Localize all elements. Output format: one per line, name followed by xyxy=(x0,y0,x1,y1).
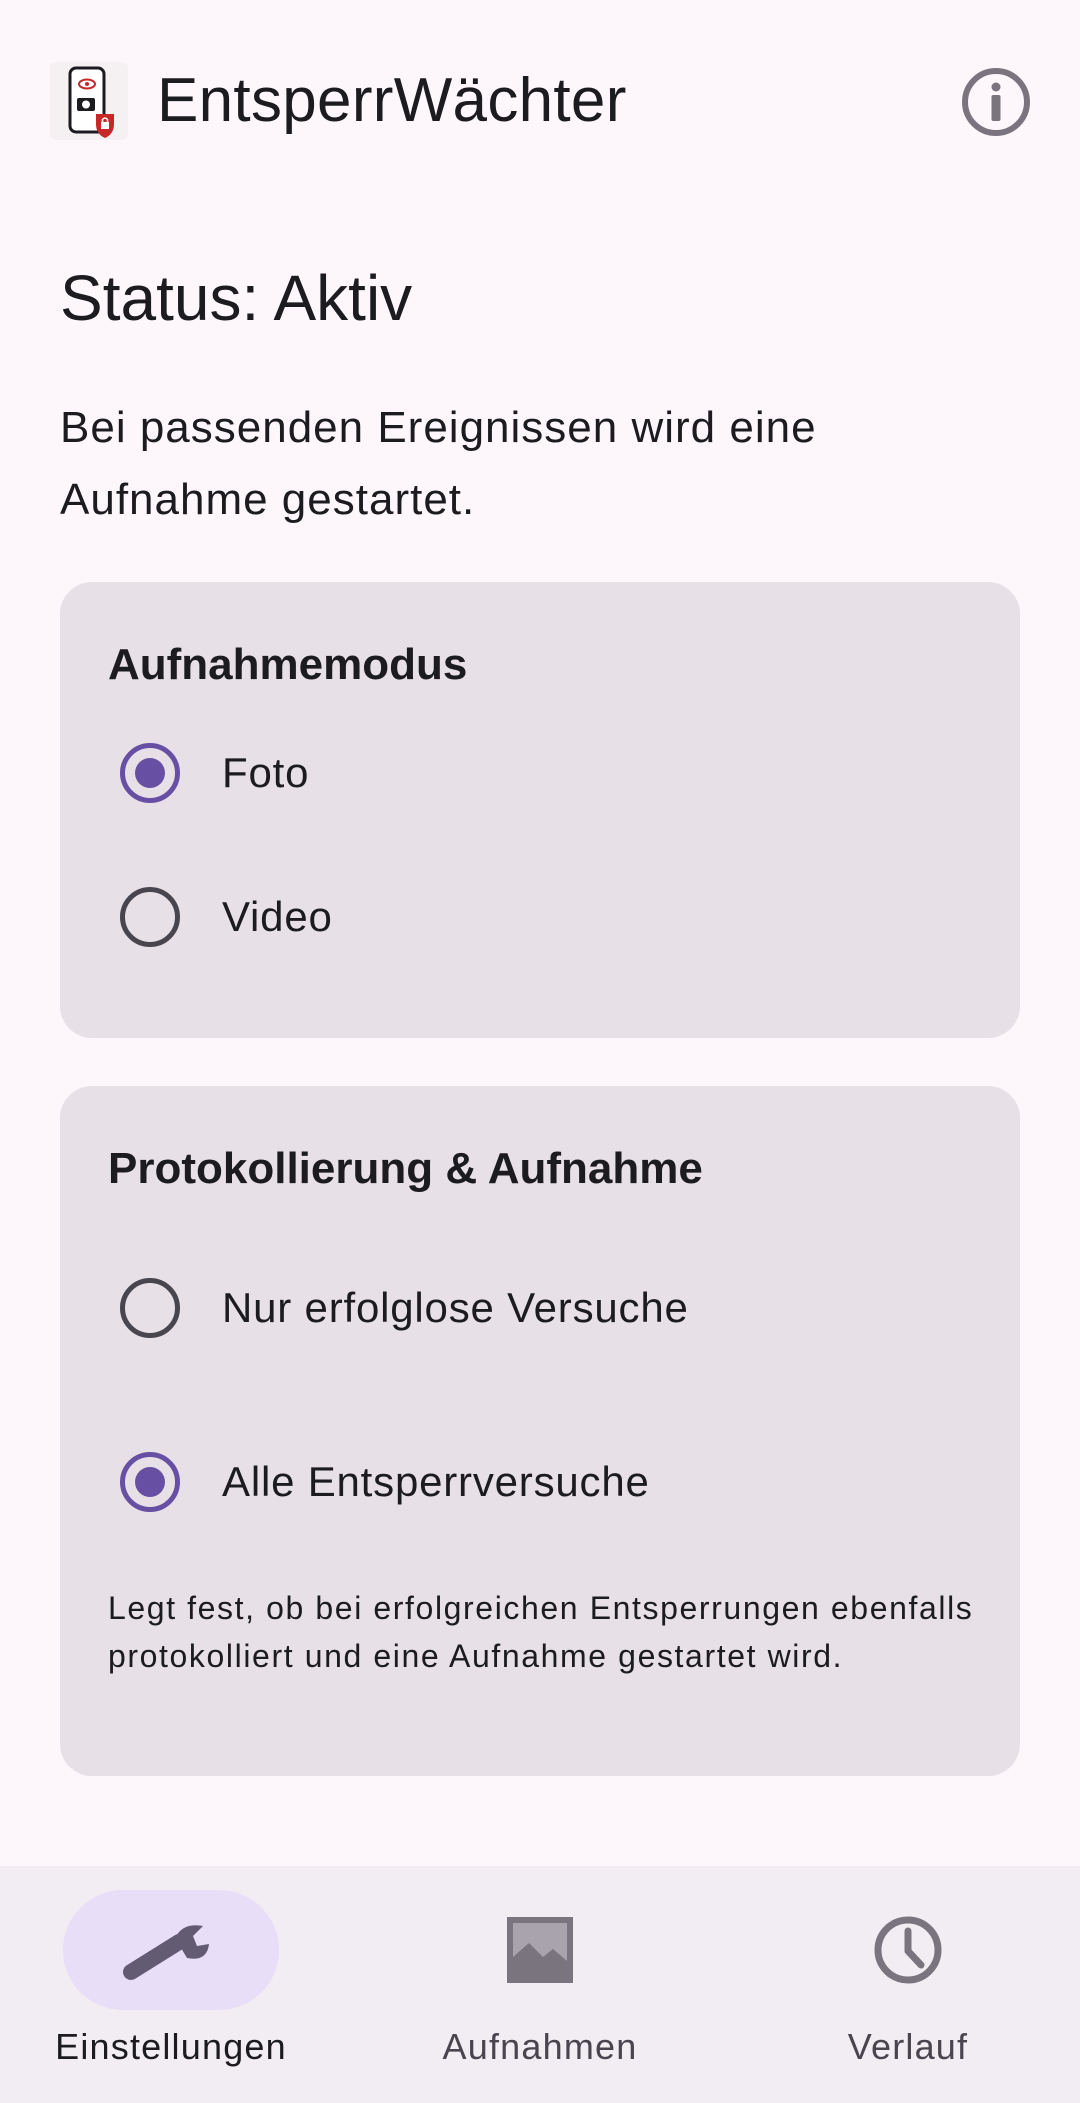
radio-button-selected[interactable] xyxy=(120,1452,180,1512)
nav-label-verlauf: Verlauf xyxy=(847,2026,969,2067)
status-description: Bei passenden Ereignissen wird eine Aufn… xyxy=(60,403,817,524)
nav-label-einstellungen: Einstellungen xyxy=(55,2026,287,2067)
nav-item-aufnahmen[interactable]: Aufnahmen xyxy=(400,1866,680,2103)
radio-dot xyxy=(135,1467,165,1497)
nav-item-verlauf[interactable]: Verlauf xyxy=(768,1866,1048,2103)
nav-icon-container xyxy=(800,1890,1016,2010)
bottom-navigation-bar: Einstellungen Aufnahmen Verlauf xyxy=(0,1866,1080,2103)
radio-label-foto: Foto xyxy=(222,749,310,796)
info-button[interactable] xyxy=(960,66,1032,138)
clock-icon xyxy=(874,1916,942,1984)
nav-label-aufnahmen: Aufnahmen xyxy=(442,2026,638,2067)
nav-active-indicator xyxy=(63,1890,279,2010)
radio-button-unselected[interactable] xyxy=(120,1278,180,1338)
radio-label-all-attempts: Alle Entsperrversuche xyxy=(222,1458,650,1505)
radio-option-video[interactable]: Video xyxy=(120,872,980,962)
status-title: Status: Aktiv xyxy=(60,262,413,334)
radio-option-failed-only[interactable]: Nur erfolglose Versuche xyxy=(120,1263,980,1353)
logging-title: Protokollierung & Aufnahme xyxy=(108,1144,703,1193)
capture-mode-card: Aufnahmemodus Foto Video xyxy=(60,582,1020,1038)
top-app-bar: EntsperrWächter xyxy=(0,0,1080,200)
radio-option-foto[interactable]: Foto xyxy=(120,728,980,818)
radio-label-video: Video xyxy=(222,893,333,940)
capture-mode-title: Aufnahmemodus xyxy=(108,640,468,689)
nav-item-einstellungen[interactable]: Einstellungen xyxy=(30,1866,312,2103)
app-logo-icon xyxy=(50,62,128,140)
radio-button-unselected[interactable] xyxy=(120,887,180,947)
info-icon xyxy=(962,68,1030,136)
wrench-icon xyxy=(123,1925,209,1980)
logging-helper-text: Legt fest, ob bei erfolgreichen Entsperr… xyxy=(108,1590,974,1674)
radio-dot xyxy=(135,758,165,788)
app-title: EntsperrWächter xyxy=(157,66,627,135)
logging-card: Protokollierung & Aufnahme Nur erfolglos… xyxy=(60,1086,1020,1776)
radio-option-all-attempts[interactable]: Alle Entsperrversuche xyxy=(120,1437,980,1527)
image-icon xyxy=(507,1917,573,1983)
radio-label-failed-only: Nur erfolglose Versuche xyxy=(222,1284,689,1331)
nav-icon-container xyxy=(432,1890,648,2010)
radio-button-selected[interactable] xyxy=(120,743,180,803)
